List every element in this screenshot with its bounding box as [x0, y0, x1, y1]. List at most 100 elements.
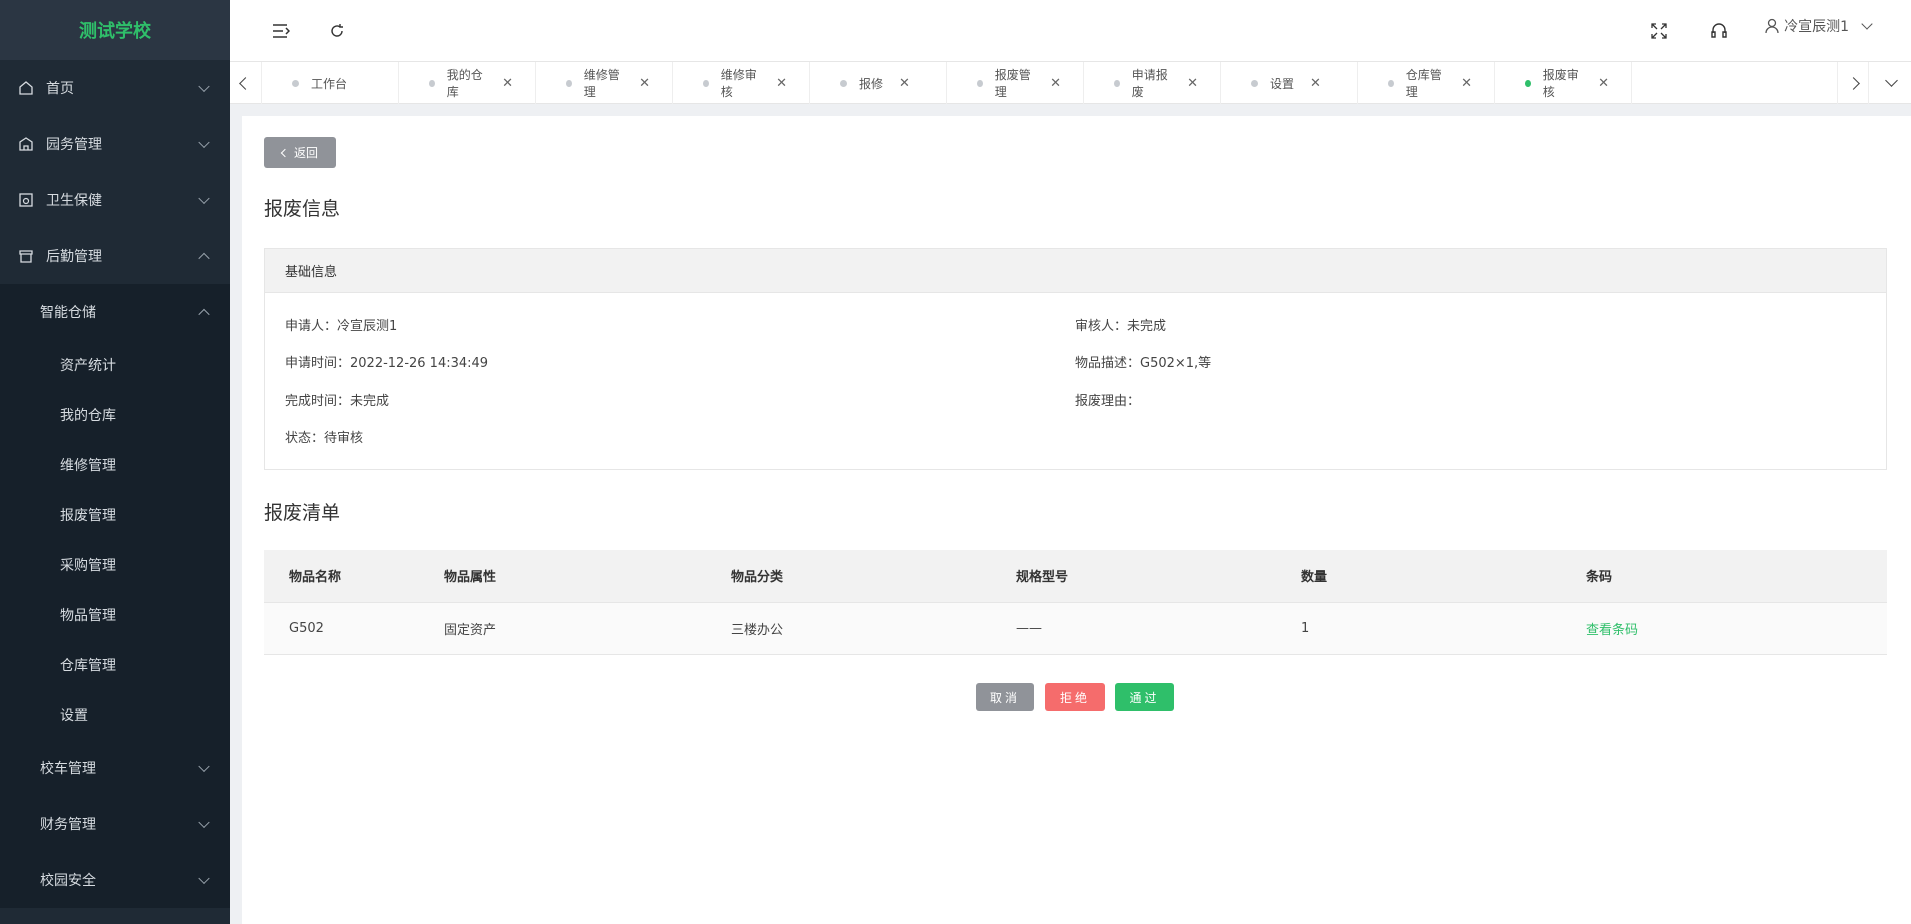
dot-icon [1251, 79, 1258, 87]
chevron-down-icon [198, 760, 210, 773]
menu-item-campus-safety[interactable]: 校园安全 [0, 852, 230, 908]
chevron-down-icon [198, 816, 210, 829]
tab-item[interactable]: 报修 ✕ [810, 62, 947, 104]
close-icon[interactable]: ✕ [776, 76, 787, 91]
tab-label: 设置 [1270, 76, 1295, 91]
menu-item-item-mgmt[interactable]: 物品管理 [0, 590, 230, 640]
scrap-list-table: 物品名称 物品属性 物品分类 规格型号 数量 条码 G502 固定资产 三楼办公… [264, 550, 1887, 655]
menu-label: 智能仓储 [40, 305, 96, 321]
close-icon[interactable]: ✕ [1187, 76, 1198, 91]
tab-scroll-left-icon[interactable] [230, 62, 262, 104]
basic-info-header: 基础信息 [265, 249, 1886, 293]
column-header: 物品名称 [264, 550, 444, 602]
tab-scroll-right-icon[interactable] [1837, 62, 1869, 104]
status-field: 状态：待审核 [285, 431, 364, 446]
close-icon[interactable]: ✕ [639, 76, 650, 91]
tab-item[interactable]: 我的仓库 ✕ [399, 62, 536, 104]
close-icon[interactable]: ✕ [1050, 76, 1061, 91]
top-header: 冷宣辰测1 [230, 0, 1911, 62]
table-cell: 查看条码 [1586, 601, 1887, 655]
collapse-menu-icon[interactable] [270, 20, 292, 42]
column-header: 物品分类 [731, 550, 1016, 602]
dot-icon [1388, 79, 1394, 87]
close-icon[interactable]: ✕ [1598, 76, 1609, 91]
tab-item[interactable]: 维修审核 ✕ [673, 62, 810, 104]
home-icon [18, 80, 34, 96]
tab-item[interactable]: 报废管理 ✕ [947, 62, 1084, 104]
table-cell: 固定资产 [444, 601, 731, 655]
menu-label: 首页 [46, 81, 74, 97]
basic-info-card: 基础信息 申请人：冷宣辰测1 审核人：未完成 申请时间：2022-12-26 1… [264, 248, 1887, 470]
back-button[interactable]: 返回 [264, 137, 336, 168]
table-cell: 三楼办公 [731, 601, 1016, 655]
dot-icon [840, 79, 847, 87]
tab-label: 工作台 [311, 76, 348, 91]
user-icon [1764, 18, 1780, 34]
tab-item[interactable]: 维修管理 ✕ [536, 62, 673, 104]
fullscreen-icon[interactable] [1648, 20, 1670, 42]
menu-item-home[interactable]: 首页 [0, 60, 230, 116]
view-barcode-link[interactable]: 查看条码 [1586, 623, 1638, 638]
refresh-icon[interactable] [326, 20, 348, 42]
menu-label: 园务管理 [46, 137, 102, 153]
main-content: 返回 报废信息 基础信息 申请人：冷宣辰测1 审核人：未完成 申请时间：2022… [242, 116, 1911, 924]
sidebar: 测试学校 首页 园务管理 卫生保健 后勤管理 智能仓储 资产统计 我的仓库 维修… [0, 0, 230, 924]
menu-item-warehouse-mgmt[interactable]: 仓库管理 [0, 640, 230, 690]
chevron-down-icon [1861, 18, 1873, 30]
headset-icon[interactable] [1708, 20, 1730, 42]
dot-icon [1114, 79, 1120, 87]
user-name: 冷宣辰测1 [1784, 19, 1849, 35]
tab-item[interactable]: 申请报废 ✕ [1084, 62, 1221, 104]
menu-item-asset-stats[interactable]: 资产统计 [0, 340, 230, 390]
column-header: 物品属性 [444, 550, 731, 602]
tab-bar: 工作台 我的仓库 ✕ 维修管理 ✕ 维修审核 ✕ 报修 ✕ 报废管理 ✕ 申请报废 ✕ 设置 ✕ 仓库管理 ✕ 报… [230, 62, 1911, 104]
menu-item-finance-mgmt[interactable]: 财务管理 [0, 796, 230, 852]
menu-label: 校园安全 [40, 873, 96, 889]
menu-label: 财务管理 [40, 817, 96, 833]
close-icon[interactable]: ✕ [1310, 76, 1321, 91]
approve-button[interactable]: 通过 [1115, 683, 1174, 711]
cancel-button[interactable]: 取消 [976, 683, 1034, 711]
tab-label: 维修管理 [583, 68, 620, 99]
menu-item-repair-mgmt[interactable]: 维修管理 [0, 440, 230, 490]
menu-item-scrap-mgmt[interactable]: 报废管理 [0, 490, 230, 540]
menu-item-logistics[interactable]: 后勤管理 [0, 228, 230, 284]
tab-label: 报废管理 [994, 68, 1031, 99]
dot-icon [429, 79, 435, 87]
menu-item-my-warehouse[interactable]: 我的仓库 [0, 390, 230, 440]
tab-item[interactable]: 设置 ✕ [1221, 62, 1358, 104]
menu-item-campus[interactable]: 园务管理 [0, 116, 230, 172]
tab-item[interactable]: 工作台 [262, 62, 399, 104]
medical-icon [18, 192, 34, 208]
reject-button[interactable]: 拒绝 [1045, 683, 1105, 711]
close-icon[interactable]: ✕ [1461, 76, 1472, 91]
store-icon [18, 248, 34, 264]
table-row: G502 固定资产 三楼办公 —— 1 查看条码 [264, 601, 1887, 655]
menu-item-smart-storage[interactable]: 智能仓储 [0, 284, 230, 340]
table-cell: G502 [264, 601, 444, 655]
tab-label: 我的仓库 [446, 68, 483, 99]
menu-item-settings[interactable]: 设置 [0, 690, 230, 740]
close-icon[interactable]: ✕ [899, 76, 910, 91]
close-icon[interactable]: ✕ [502, 76, 513, 91]
chevron-up-icon [198, 252, 210, 265]
menu-item-health[interactable]: 卫生保健 [0, 172, 230, 228]
tab-menu-chevron-icon[interactable] [1871, 62, 1911, 104]
item-desc-field: 物品描述：G502×1,等 [1075, 356, 1212, 371]
chevron-down-icon [198, 80, 210, 93]
menu-item-purchase-mgmt[interactable]: 采购管理 [0, 540, 230, 590]
chevron-down-icon [198, 136, 210, 149]
finish-time-field: 完成时间：未完成 [285, 394, 390, 409]
menu-label: 后勤管理 [46, 249, 102, 265]
tab-item[interactable]: 报废审核 ✕ [1495, 62, 1632, 104]
dot-icon [977, 79, 983, 87]
menu-item-bus-mgmt[interactable]: 校车管理 [0, 740, 230, 796]
chevron-down-icon [198, 192, 210, 205]
applicant-field: 申请人：冷宣辰测1 [285, 319, 398, 334]
info-title: 报废信息 [264, 198, 341, 220]
user-menu[interactable]: 冷宣辰测1 [1764, 16, 1873, 36]
school-logo[interactable]: 测试学校 [0, 0, 230, 60]
apply-time-field: 申请时间：2022-12-26 14:34:49 [285, 356, 489, 371]
scrap-reason-field: 报废理由： [1075, 394, 1141, 409]
tab-item[interactable]: 仓库管理 ✕ [1358, 62, 1495, 104]
